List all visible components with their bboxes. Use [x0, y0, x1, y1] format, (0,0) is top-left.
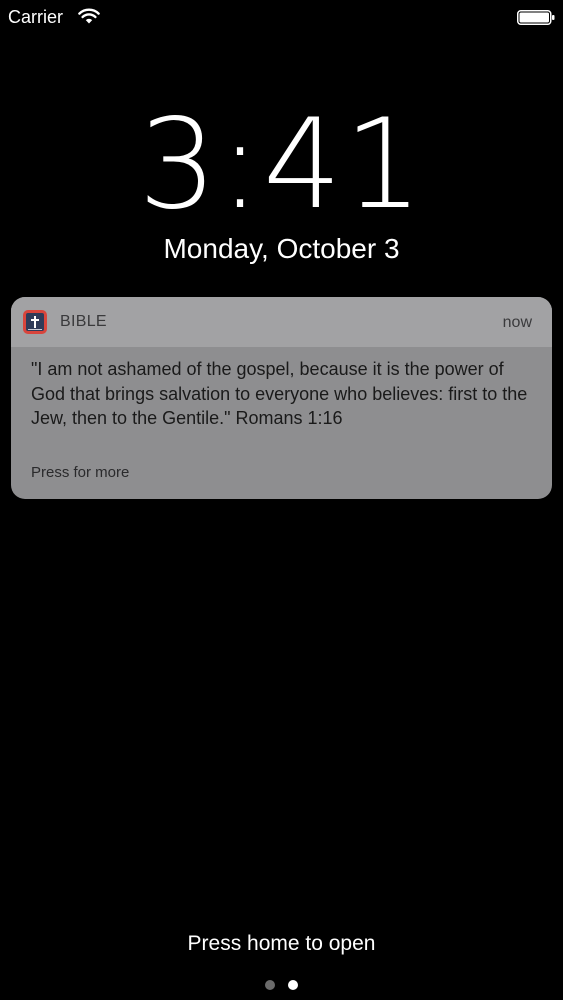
bible-app-icon [23, 310, 47, 334]
lock-screen-time: 3:41 [138, 93, 425, 237]
notification-app-name: BIBLE [60, 313, 107, 330]
lock-screen-date: Monday, October 3 [163, 233, 400, 264]
status-bar: Carrier [0, 0, 563, 34]
notification-more-hint: Press for more [31, 464, 130, 481]
page-dot-1[interactable] [265, 980, 275, 990]
wifi-icon [78, 8, 100, 24]
carrier-label: Carrier [8, 7, 64, 27]
notification-card[interactable]: BIBLE now "I am not ashamed of the gospe… [11, 297, 552, 499]
page-indicator[interactable] [0, 980, 563, 992]
battery-icon [517, 10, 555, 25]
notification-header: BIBLE now [11, 297, 552, 347]
unlock-hint: Press home to open [187, 932, 376, 955]
notification-time: now [502, 314, 532, 331]
notification-message: "I am not ashamed of the gospel, because… [31, 359, 528, 428]
page-dot-2[interactable] [288, 980, 298, 990]
